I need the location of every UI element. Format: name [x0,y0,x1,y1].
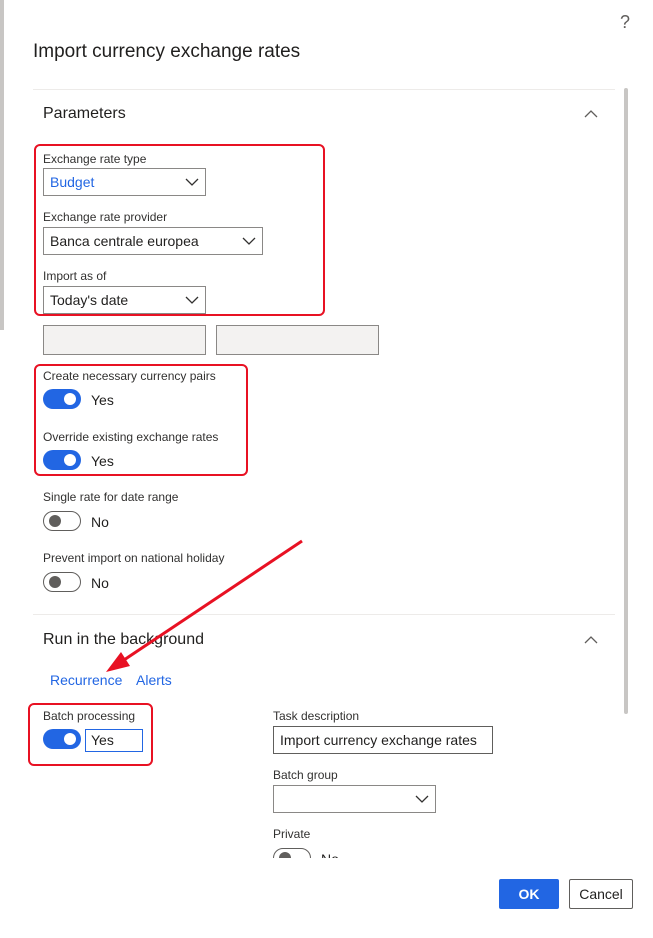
alerts-link[interactable]: Alerts [136,672,172,688]
task-description-input[interactable]: Import currency exchange rates [273,726,493,754]
scroll-clip [0,858,620,878]
highlight-box-batch [28,703,153,766]
highlight-box-toggles [34,364,248,476]
single-rate-toggle[interactable] [43,511,81,531]
ok-button[interactable]: OK [499,879,559,909]
task-description-label: Task description [273,709,360,723]
dialog-title: Import currency exchange rates [33,41,301,62]
to-date-field [216,325,379,355]
batch-group-label: Batch group [273,768,338,782]
help-icon[interactable]: ? [620,12,630,33]
prevent-holiday-value: No [91,575,109,591]
section-divider [33,614,615,615]
background-section-title[interactable]: Run in the background [43,631,204,649]
chevron-up-icon[interactable] [583,634,599,646]
prevent-holiday-toggle[interactable] [43,572,81,592]
single-rate-label: Single rate for date range [43,490,179,504]
single-rate-value: No [91,514,109,530]
chevron-up-icon[interactable] [583,108,599,120]
prevent-holiday-label: Prevent import on national holiday [43,551,225,565]
parameters-section-title[interactable]: Parameters [43,105,126,123]
background-page-strip [0,0,4,330]
section-divider [33,89,615,90]
recurrence-link[interactable]: Recurrence [50,672,122,688]
cancel-button[interactable]: Cancel [569,879,633,909]
private-label: Private [273,827,311,841]
from-date-field [43,325,206,355]
scrollbar[interactable] [624,88,628,714]
chevron-down-icon [415,795,429,803]
batch-group-select[interactable] [273,785,436,813]
highlight-box-rate-settings [34,144,325,316]
